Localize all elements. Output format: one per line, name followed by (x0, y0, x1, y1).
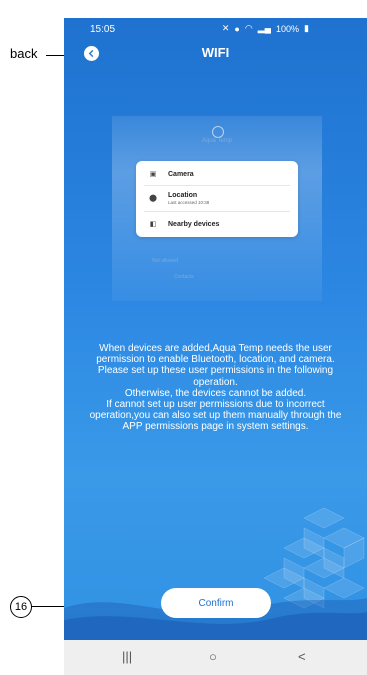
mute-icon: ✕ (221, 23, 230, 33)
description-line: Otherwise, the devices cannot be added. (124, 387, 307, 399)
nav-back-icon[interactable]: < (298, 649, 306, 664)
permission-label: Location (168, 191, 198, 199)
signal-icon: ▂▄ (257, 23, 272, 33)
page-title: WIFI (201, 45, 230, 60)
battery-text: 100% (276, 23, 300, 34)
illustration-app-name: Aqua Temp (201, 138, 233, 144)
status-bar: 15:05 ✕ ● ◠ ▂▄ 100% ▮ (64, 18, 367, 38)
permission-label: Camera (168, 170, 194, 178)
callout-number: 16 (10, 596, 32, 618)
status-time: 15:05 (90, 24, 116, 35)
home-icon[interactable]: ○ (209, 649, 217, 664)
battery-icon: ▮ (304, 23, 309, 33)
status-icons: ✕ ● ◠ ▂▄ 100% ▮ (222, 23, 309, 34)
description-line: If cannot set up user permissions due to… (89, 399, 342, 433)
permission-row-camera: ▣ Camera (136, 163, 298, 185)
description-line: Please set up these user permissions in … (97, 365, 334, 388)
permission-label: Nearby devices (168, 220, 220, 228)
faded-contacts: Contacts (174, 274, 194, 280)
camera-icon: ▣ (149, 171, 157, 178)
confirm-button[interactable]: Confirm (161, 588, 271, 618)
permission-row-location: ⬤ Location Last accessed 10:38 (136, 187, 298, 209)
permission-card: ▣ Camera ⬤ Location Last accessed 10:38 … (136, 161, 298, 237)
location-icon: ● (234, 23, 240, 34)
divider (144, 211, 290, 212)
phone-screen: 15:05 ✕ ● ◠ ▂▄ 100% ▮ WIFI Aqua Temp Not… (64, 18, 367, 675)
recents-icon[interactable]: ||| (122, 649, 132, 664)
wifi-icon: ◠ (244, 23, 253, 33)
permission-description: When devices are added,Aqua Temp needs t… (80, 343, 351, 433)
description-line: When devices are added,Aqua Temp needs t… (96, 343, 335, 366)
nearby-devices-icon: ◧ (149, 221, 157, 228)
divider (144, 185, 290, 186)
location-pin-icon: ⬤ (149, 195, 157, 202)
permission-sub: Last accessed 10:38 (168, 199, 210, 205)
permission-row-nearby: ◧ Nearby devices (136, 213, 298, 235)
not-allowed-label: Not allowed (152, 258, 179, 264)
system-nav-bar: ||| ○ < (64, 640, 367, 675)
back-annotation: back (10, 46, 38, 61)
app-icon-placeholder (212, 126, 224, 138)
